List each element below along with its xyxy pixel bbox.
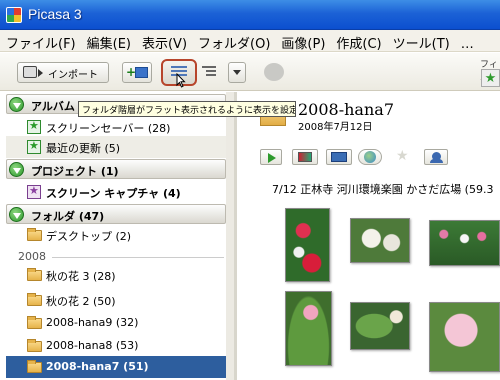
- photo-thumbnail[interactable]: [429, 220, 500, 266]
- photo-edit-icon: [298, 152, 312, 162]
- menu-create[interactable]: 作成(C): [330, 30, 386, 52]
- menu-folder[interactable]: フォルダ(O): [192, 30, 275, 52]
- sidebar-item-autumn-flowers-3[interactable]: 秋の花 3 (28): [6, 264, 226, 286]
- tree-folder-view-button[interactable]: [199, 62, 221, 83]
- edit-pictures-button[interactable]: [292, 149, 318, 165]
- album-icon: [27, 119, 41, 134]
- year-group-label: 2008: [18, 250, 46, 263]
- sidebar-item-label: 2008-hana9 (32): [46, 316, 139, 329]
- folder-icon: [27, 339, 42, 352]
- sidebar-scrollbar[interactable]: [226, 92, 234, 380]
- folders-section-header[interactable]: フォルダ (47): [6, 204, 226, 224]
- menu-view[interactable]: 表示(V): [136, 30, 192, 52]
- share-icon: [264, 63, 284, 81]
- sidebar-item-label: スクリーン キャプチャ (4): [46, 187, 181, 200]
- sidebar-item-label: 秋の花 2 (50): [46, 295, 116, 308]
- sidebar-item-label: デスクトップ (2): [46, 230, 132, 243]
- import-label: インポート: [48, 70, 98, 81]
- folder-date: 2008年7月12日: [298, 122, 373, 133]
- collapse-toggle-icon[interactable]: [9, 97, 24, 112]
- star-icon[interactable]: ★: [396, 148, 409, 164]
- project-icon: [27, 184, 41, 199]
- movie-button[interactable]: [326, 149, 352, 165]
- window-title: Picasa 3: [28, 6, 82, 22]
- arrow-right-icon: [38, 69, 43, 77]
- menu-picture[interactable]: 画像(P): [275, 30, 330, 52]
- sidebar-item-screensaver[interactable]: スクリーンセーバー (28): [6, 116, 226, 138]
- add-to-album-button[interactable]: +: [122, 62, 152, 83]
- people-button[interactable]: [424, 149, 448, 165]
- photo-thumbnail[interactable]: [285, 291, 332, 366]
- album-icon: [27, 139, 41, 154]
- menu-edit[interactable]: 編集(E): [81, 30, 136, 52]
- tree-list-icon: [202, 66, 216, 78]
- film-icon: [331, 152, 347, 162]
- folder-caption: 7/12 正林寺 河川環境楽園 かさだ広場 (59.3: [272, 183, 494, 196]
- sidebar-item-label: 秋の花 3 (28): [46, 270, 116, 283]
- picasa-logo-icon: [6, 7, 22, 23]
- tooltip: フォルダ階層がフラット表示されるように表示を設定: [78, 101, 296, 117]
- globe-icon: [364, 151, 376, 163]
- geotag-button[interactable]: [358, 149, 382, 165]
- share-button[interactable]: [258, 62, 294, 83]
- sidebar-item-screen-capture[interactable]: スクリーン キャプチャ (4): [6, 181, 226, 203]
- folder-icon: [27, 268, 42, 281]
- view-options-dropdown[interactable]: [228, 62, 246, 83]
- scanner-icon: [23, 66, 37, 78]
- picasa-window: Picasa 3 ファイル(F) 編集(E) 表示(V) フォルダ(O) 画像(P) 作成…: [0, 0, 500, 380]
- mouse-cursor-icon: [176, 72, 186, 88]
- sidebar-item-2008-hana8[interactable]: 2008-hana8 (53): [6, 335, 226, 357]
- library-sidebar: アルバム (2) スクリーンセーバー (28) 最近の更新 (5) プロジェクト…: [0, 92, 237, 380]
- photo-thumbnail[interactable]: [429, 302, 500, 372]
- folder-icon: [27, 228, 42, 241]
- sidebar-item-autumn-flowers-2[interactable]: 秋の花 2 (50): [6, 289, 226, 311]
- sidebar-item-2008-hana7[interactable]: 2008-hana7 (51): [6, 356, 226, 378]
- menu-tools[interactable]: ツール(T): [387, 30, 455, 52]
- projects-section-header[interactable]: プロジェクト (1): [6, 159, 226, 179]
- sidebar-item-label: 2008-hana7 (51): [46, 360, 149, 373]
- sidebar-item-label: スクリーンセーバー (28): [46, 122, 171, 135]
- album-icon: [135, 67, 148, 78]
- menu-file[interactable]: ファイル(F): [0, 30, 81, 52]
- sidebar-item-label: 2008-hana8 (53): [46, 339, 139, 352]
- folder-icon: [27, 293, 42, 306]
- folder-icon: [27, 360, 42, 373]
- chevron-down-icon: [233, 70, 241, 75]
- import-button[interactable]: インポート: [17, 62, 109, 83]
- photo-thumbnail[interactable]: [350, 302, 410, 350]
- toolbar: インポート + フィル ★: [0, 53, 500, 91]
- photo-thumbnail[interactable]: [285, 208, 330, 282]
- starred-filter-button[interactable]: ★: [481, 69, 500, 87]
- sidebar-item-label: 最近の更新 (5): [46, 142, 121, 155]
- folders-section-label: フォルダ (47): [31, 210, 105, 223]
- play-icon: [268, 153, 276, 163]
- folder-title: 2008-hana7: [298, 100, 394, 119]
- photo-thumbnail[interactable]: [350, 218, 410, 263]
- sidebar-item-desktop[interactable]: デスクトップ (2): [6, 224, 226, 246]
- folder-icon: [27, 316, 42, 329]
- sidebar-item-2008-hana9[interactable]: 2008-hana9 (32): [6, 312, 226, 334]
- menu-bar: ファイル(F) 編集(E) 表示(V) フォルダ(O) 画像(P) 作成(C) ツール(T)…: [0, 30, 500, 52]
- projects-section-label: プロジェクト (1): [31, 165, 119, 178]
- folder-view: 2008-hana7 2008年7月12日 ★ 7/12 正林寺 河川環境楽園 …: [240, 92, 500, 380]
- collapse-toggle-icon[interactable]: [9, 162, 24, 177]
- slideshow-button[interactable]: [260, 149, 282, 165]
- sidebar-item-recent-updates[interactable]: 最近の更新 (5): [6, 136, 226, 158]
- title-bar: Picasa 3: [0, 0, 500, 30]
- person-icon: [430, 152, 443, 163]
- collapse-toggle-icon[interactable]: [9, 207, 24, 222]
- year-divider: [52, 257, 224, 258]
